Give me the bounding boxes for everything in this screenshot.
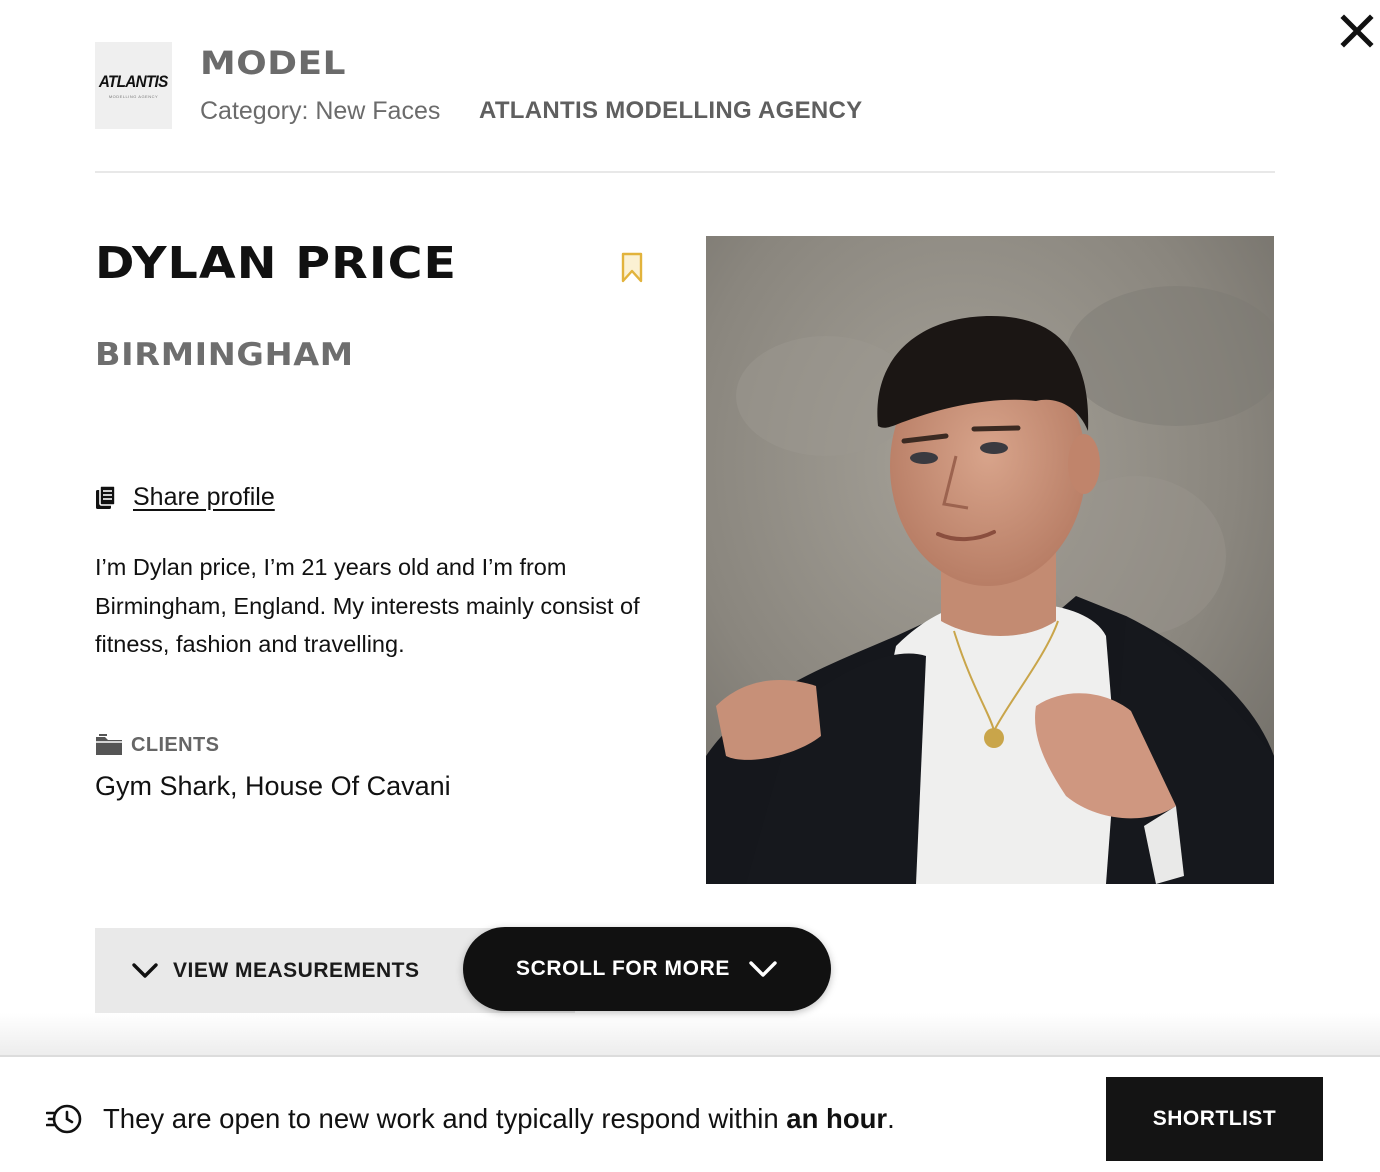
close-button[interactable]	[1336, 10, 1378, 52]
chevron-down-icon	[132, 962, 158, 978]
profile-type-title: MODEL	[200, 44, 347, 82]
folder-icon	[96, 734, 122, 755]
category-label: Category: New Faces	[200, 97, 441, 125]
model-city: BIRMINGHAM	[95, 337, 354, 373]
model-name: DYLAN PRICE	[95, 238, 458, 289]
share-profile-link[interactable]: Share profile	[133, 483, 275, 512]
response-text-suffix: .	[887, 1103, 895, 1134]
clients-list: Gym Shark, House Of Cavani	[95, 771, 451, 801]
scroll-fade	[0, 1013, 1380, 1055]
model-photo[interactable]	[706, 236, 1274, 884]
agency-logo-text: ATLANTIS	[99, 72, 168, 91]
bookmark-icon	[621, 252, 643, 283]
share-icon	[95, 484, 119, 512]
response-time-text: They are open to new work and typically …	[103, 1103, 895, 1135]
clients-heading: CLIENTS	[95, 733, 219, 757]
response-text-prefix: They are open to new work and typically …	[103, 1103, 787, 1134]
close-icon	[1340, 14, 1374, 48]
header-divider	[95, 171, 1275, 173]
agency-name-link[interactable]: ATLANTIS MODELLING AGENCY	[479, 97, 862, 125]
fast-response-icon	[46, 1104, 82, 1134]
bookmark-button[interactable]	[620, 252, 644, 284]
shortlist-button[interactable]: SHORTLIST	[1106, 1077, 1323, 1161]
model-bio: I’m Dylan price, I’m 21 years old and I’…	[95, 554, 640, 657]
clients-label: CLIENTS	[131, 733, 220, 756]
scroll-for-more-label: SCROLL FOR MORE	[516, 957, 730, 980]
agency-logo[interactable]: ATLANTIS MODELLING AGENCY	[95, 42, 172, 129]
response-time-emphasis: an hour	[786, 1103, 888, 1134]
chevron-down-icon	[749, 961, 777, 977]
profile-header: ATLANTIS MODELLING AGENCY MODEL Category…	[95, 42, 1275, 130]
scroll-for-more-button[interactable]: SCROLL FOR MORE	[463, 927, 831, 1011]
view-measurements-label: VIEW MEASUREMENTS	[173, 958, 420, 982]
share-profile-row[interactable]: Share profile	[95, 483, 275, 512]
agency-logo-subtext: MODELLING AGENCY	[108, 94, 159, 99]
model-portrait-image	[706, 236, 1274, 884]
